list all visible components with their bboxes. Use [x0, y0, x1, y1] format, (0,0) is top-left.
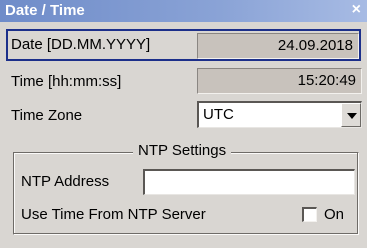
close-icon[interactable]: ×	[352, 1, 361, 19]
use-ntp-checkbox-label[interactable]: On	[324, 206, 344, 223]
use-ntp-checkbox[interactable]	[302, 207, 317, 222]
dropdown-button[interactable]	[341, 103, 361, 127]
timezone-label: Time Zone	[11, 107, 83, 124]
use-ntp-label: Use Time From NTP Server	[21, 206, 206, 223]
ntp-settings-title: NTP Settings	[133, 142, 232, 159]
window-title: Date / Time	[5, 2, 85, 19]
date-field[interactable]: 24.09.2018	[197, 33, 359, 59]
time-field[interactable]: 15:20:49	[197, 68, 362, 94]
title-bar: Date / Time ×	[0, 0, 367, 22]
ntp-address-label: NTP Address	[21, 173, 110, 190]
timezone-select[interactable]: UTC	[197, 101, 362, 128]
ntp-address-input[interactable]	[143, 169, 355, 195]
time-label: Time [hh:mm:ss]	[11, 73, 122, 90]
chevron-down-icon	[347, 113, 357, 119]
timezone-value: UTC	[203, 106, 234, 123]
date-label: Date [DD.MM.YYYY]	[11, 36, 151, 53]
